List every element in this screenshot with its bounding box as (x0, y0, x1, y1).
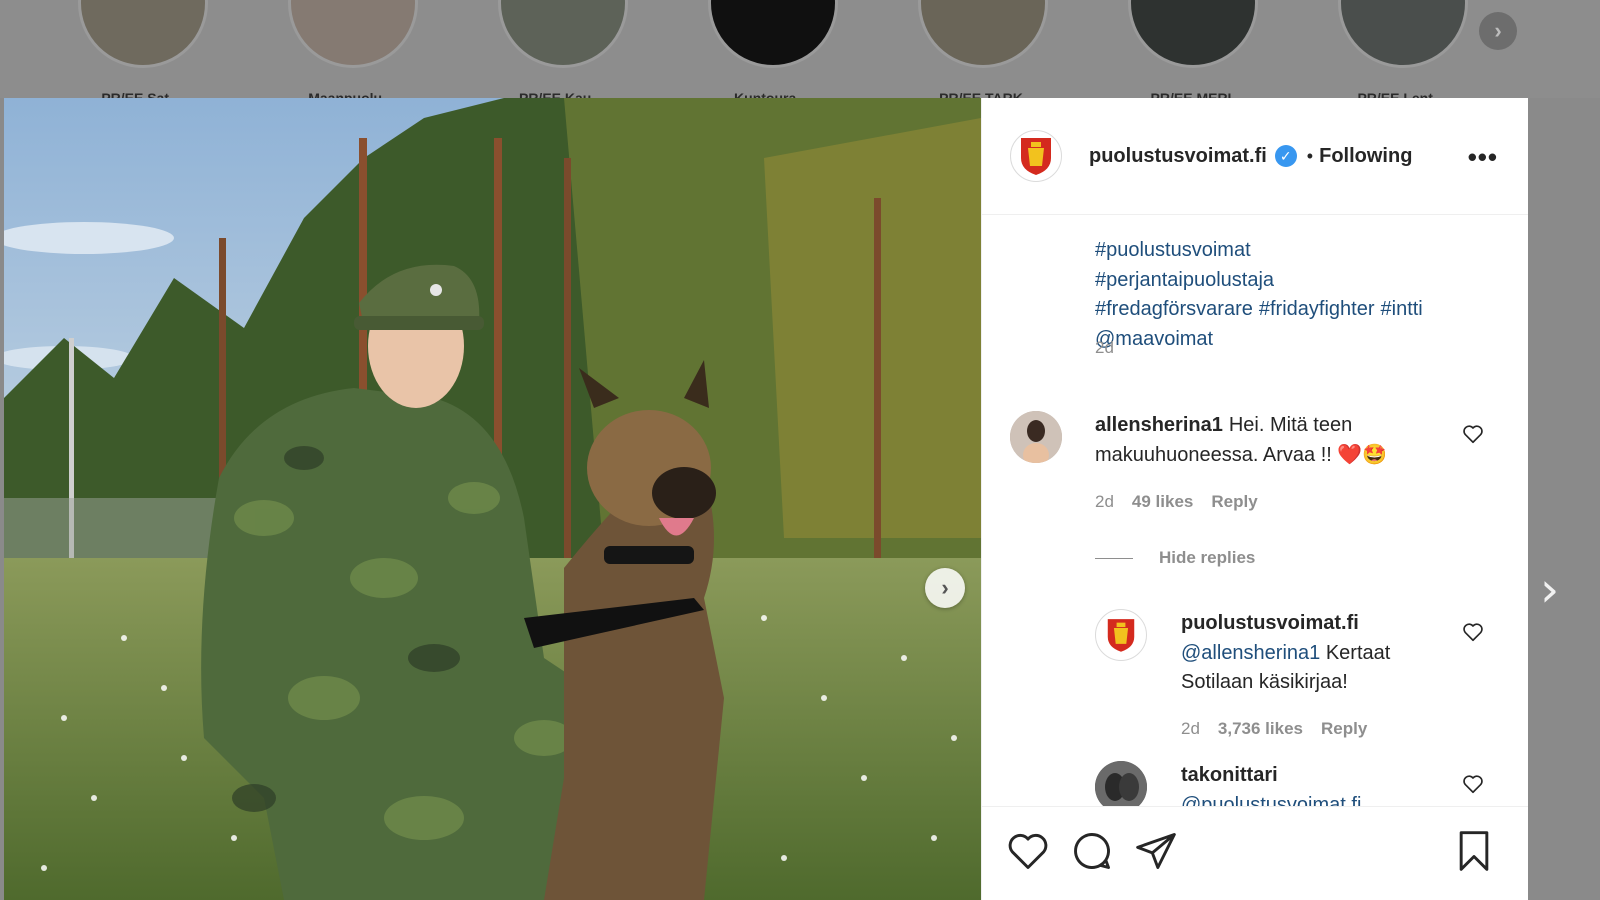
reply-button[interactable]: Reply (1321, 719, 1367, 738)
avatar[interactable] (1095, 609, 1147, 661)
crest-icon (1021, 138, 1051, 175)
photo-illustration (4, 98, 981, 900)
hashtag-link[interactable]: #puolustusvoimat (1095, 239, 1251, 261)
account-username[interactable]: puolustusvoimat.fi (1089, 145, 1267, 168)
comment-emoji: ❤️🤩 (1337, 443, 1388, 466)
verified-badge-icon: ✓ (1274, 145, 1297, 167)
hide-replies-divider (1095, 557, 1133, 559)
comments-list[interactable]: #puolustusvoimat #perjantaipuolustaja #f… (982, 216, 1528, 900)
bookmark-save-icon[interactable] (1452, 829, 1496, 873)
hashtag-link[interactable]: #perjantaipuolustaja (1095, 269, 1274, 291)
post-side-panel: puolustusvoimat.fi ✓ • Following ••• #pu… (981, 98, 1528, 900)
reply-username[interactable]: takonittari (1181, 764, 1278, 786)
separator-dot: • (1306, 145, 1314, 166)
hide-replies-button[interactable]: Hide replies (1095, 548, 1255, 568)
following-button[interactable]: Following (1319, 145, 1412, 168)
story-label: Kuntoura... (734, 90, 808, 98)
mention-link[interactable]: @allensherina1 (1181, 642, 1320, 664)
reply-username[interactable]: puolustusvoimat.fi (1181, 612, 1359, 634)
reply-button[interactable]: Reply (1211, 492, 1257, 511)
stories-tray: PR/EE Sat... Maanpuolu... PR/EE Kau... K… (0, 0, 1600, 98)
comment-likes[interactable]: 49 likes (1132, 492, 1193, 511)
post-action-bar (982, 806, 1528, 900)
story-avatar[interactable] (708, 0, 838, 68)
story-avatar[interactable] (288, 0, 418, 68)
like-heart-icon[interactable] (1462, 773, 1484, 795)
post-modal: › puolustusvoimat.fi ✓ • Following ••• #… (4, 98, 1528, 900)
comment-time[interactable]: 2d (1095, 492, 1114, 511)
comment-bubble-icon[interactable] (1070, 829, 1114, 873)
story-label: PR/EE TARK (939, 90, 1023, 98)
stories-next-button[interactable]: › (1479, 12, 1517, 50)
reply-likes[interactable]: 3,736 likes (1218, 719, 1303, 738)
story-label: PR/EE Sat... (101, 90, 181, 98)
reply-time[interactable]: 2d (1181, 719, 1200, 738)
story-label: Maanpuolu... (308, 90, 394, 98)
story-label: PR/EE Kau... (518, 90, 604, 98)
hashtag-link[interactable]: #fredagförsvarare (1095, 298, 1253, 320)
avatar-image (1010, 411, 1062, 463)
story-avatar[interactable] (918, 0, 1048, 68)
post-header: puolustusvoimat.fi ✓ • Following ••• (982, 98, 1528, 215)
comment-meta: 2d 49 likes Reply (1095, 492, 1276, 512)
more-options-icon[interactable]: ••• (1468, 142, 1498, 173)
media-next-button[interactable]: › (925, 568, 965, 608)
caption-timestamp[interactable]: 2d (1095, 338, 1114, 358)
story-avatar[interactable] (1128, 0, 1258, 68)
story-label: PR/EE Lent... (1357, 90, 1445, 98)
avatar[interactable] (1010, 411, 1062, 463)
like-heart-icon[interactable] (1462, 621, 1484, 643)
story-label: PR/EE MERI (1150, 90, 1232, 98)
like-heart-icon[interactable] (1006, 829, 1050, 873)
reply-meta: 2d 3,736 likes Reply (1181, 719, 1385, 739)
comment-username[interactable]: allensherina1 (1095, 414, 1223, 436)
hashtag-link[interactable]: #fridayfighter (1259, 298, 1375, 320)
story-avatar[interactable] (78, 0, 208, 68)
crest-icon (1107, 619, 1135, 652)
share-send-icon[interactable] (1134, 829, 1178, 873)
next-post-arrow-icon[interactable]: › (1540, 562, 1559, 618)
hide-replies-label[interactable]: Hide replies (1159, 548, 1255, 568)
comment-text: allensherina1 Hei. Mitä teen makuuhuonees… (1095, 411, 1425, 470)
story-avatar[interactable] (1338, 0, 1468, 68)
like-heart-icon[interactable] (1462, 423, 1484, 445)
reply-text: puolustusvoimat.fi @allensherina1 Kertaa… (1181, 609, 1431, 698)
account-avatar[interactable] (1010, 130, 1062, 182)
hashtag-link[interactable]: #intti (1381, 298, 1423, 320)
caption-hashtags: #puolustusvoimat #perjantaipuolustaja #f… (1095, 236, 1495, 354)
post-photo: › (4, 98, 981, 900)
story-avatar[interactable] (498, 0, 628, 68)
